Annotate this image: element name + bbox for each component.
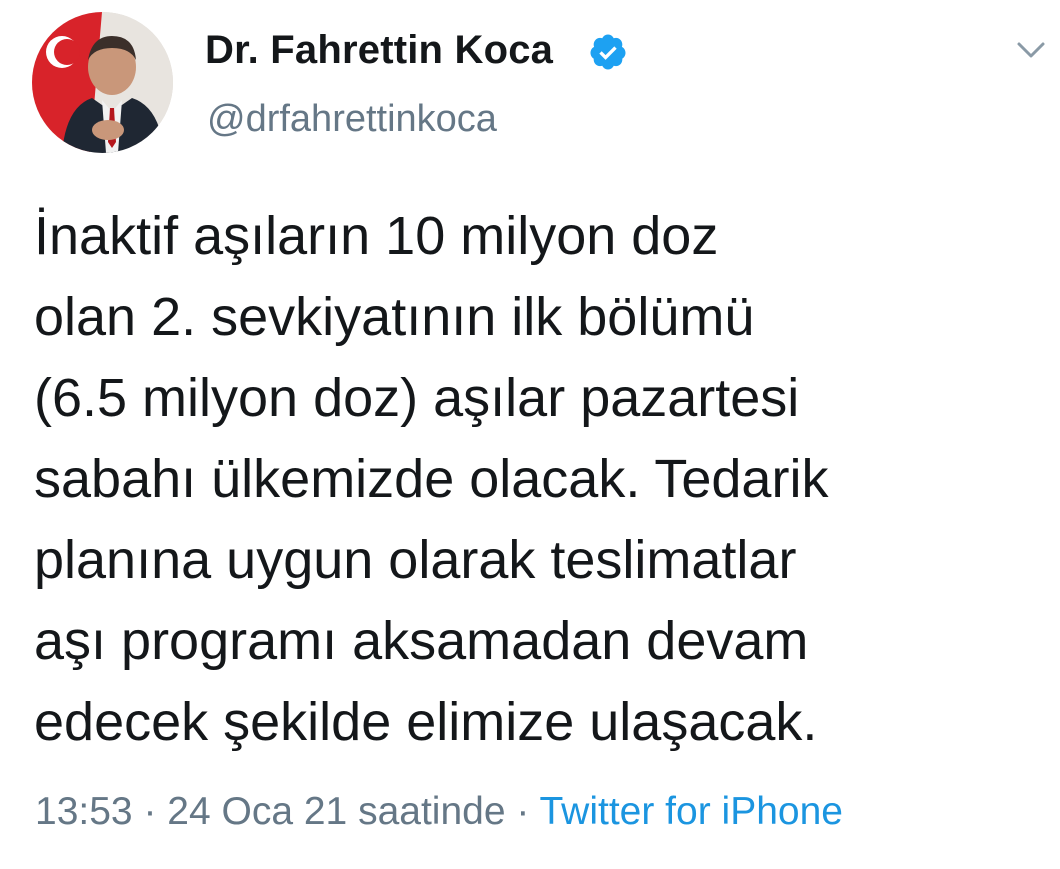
chevron-down-icon[interactable] xyxy=(1016,40,1046,60)
tweet-text-line: İnaktif aşıların 10 milyon doz xyxy=(34,206,719,266)
tweet-card: Dr. Fahrettin Koca @drfahrettinkoca İnak… xyxy=(0,0,1060,869)
tweet-text-line: planına uygun olarak teslimatlar xyxy=(34,530,797,590)
tweet-text-line: aşı programı aksamadan devam xyxy=(34,611,809,671)
meta-separator: · xyxy=(132,790,168,833)
user-handle[interactable]: @drfahrettinkoca xyxy=(207,98,497,141)
tweet-text-line: sabahı ülkemizde olacak. Tedarik xyxy=(34,449,829,509)
tweet-meta: 13:53 · 24 Oca 21 saatinde · Twitter for… xyxy=(35,790,843,834)
tweet-text: İnaktif aşıların 10 milyon doz olan 2. s… xyxy=(34,196,1034,763)
verified-badge-icon xyxy=(590,34,626,70)
tweet-text-line: (6.5 milyon doz) aşılar pazartesi xyxy=(34,368,800,428)
avatar[interactable] xyxy=(32,12,173,153)
tweet-time[interactable]: 13:53 xyxy=(35,790,133,833)
tweet-text-line: edecek şekilde elimize ulaşacak. xyxy=(34,692,818,752)
meta-separator: · xyxy=(505,790,540,833)
tweet-source-link[interactable]: Twitter for iPhone xyxy=(540,790,843,833)
display-name[interactable]: Dr. Fahrettin Koca xyxy=(205,28,553,73)
tweet-date[interactable]: 24 Oca 21 saatinde xyxy=(167,790,505,833)
tweet-text-line: olan 2. sevkiyatının ilk bölümü xyxy=(34,287,755,347)
